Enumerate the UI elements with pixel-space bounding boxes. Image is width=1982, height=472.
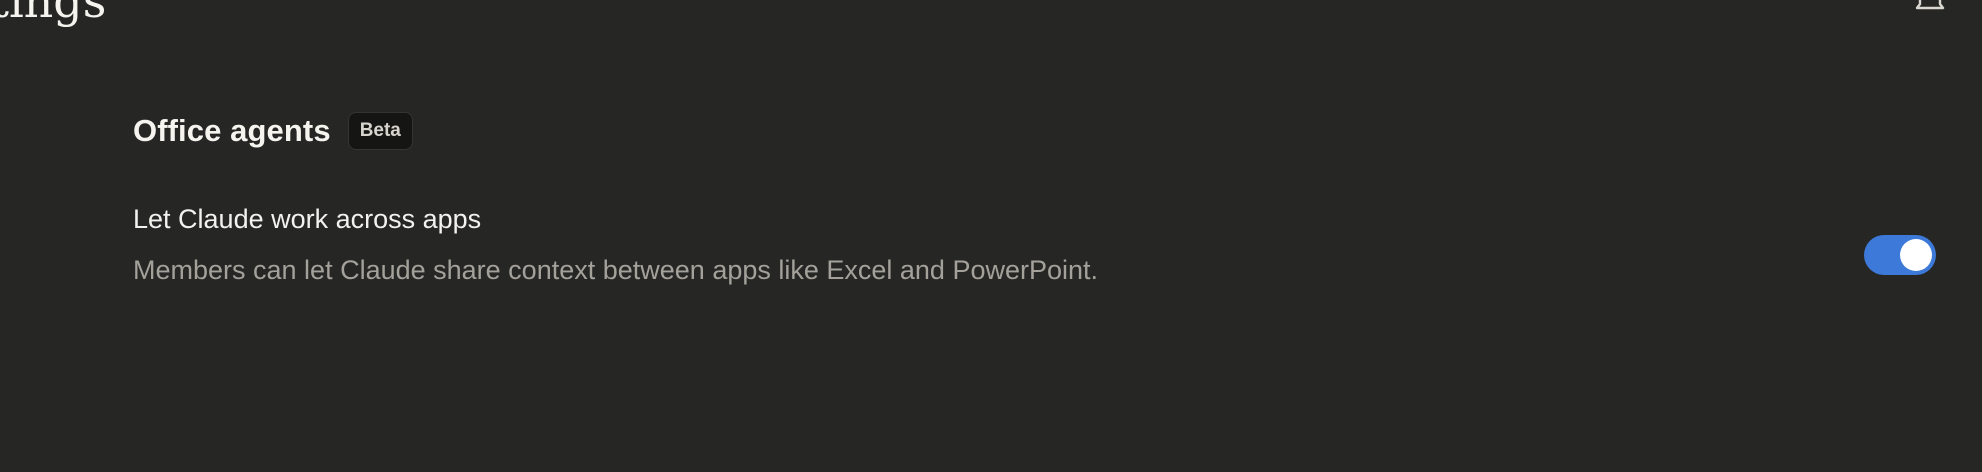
office-agents-section: Office agents Beta Let Claude work acros… — [133, 108, 1936, 285]
bell-icon — [1915, 0, 1945, 10]
toggle-knob — [1900, 239, 1932, 271]
section-header: Office agents Beta — [133, 108, 1936, 154]
setting-row-cross-app: Let Claude work across apps Members can … — [133, 202, 1936, 292]
beta-badge: Beta — [347, 112, 413, 150]
cross-app-toggle[interactable] — [1864, 235, 1936, 275]
section-title: Office agents — [133, 113, 331, 148]
notifications-button[interactable] — [1910, 0, 1950, 20]
page-title: ttings — [0, 0, 107, 28]
setting-description: Members can let Claude share context bet… — [133, 255, 1099, 285]
setting-label: Let Claude work across apps — [133, 204, 482, 234]
